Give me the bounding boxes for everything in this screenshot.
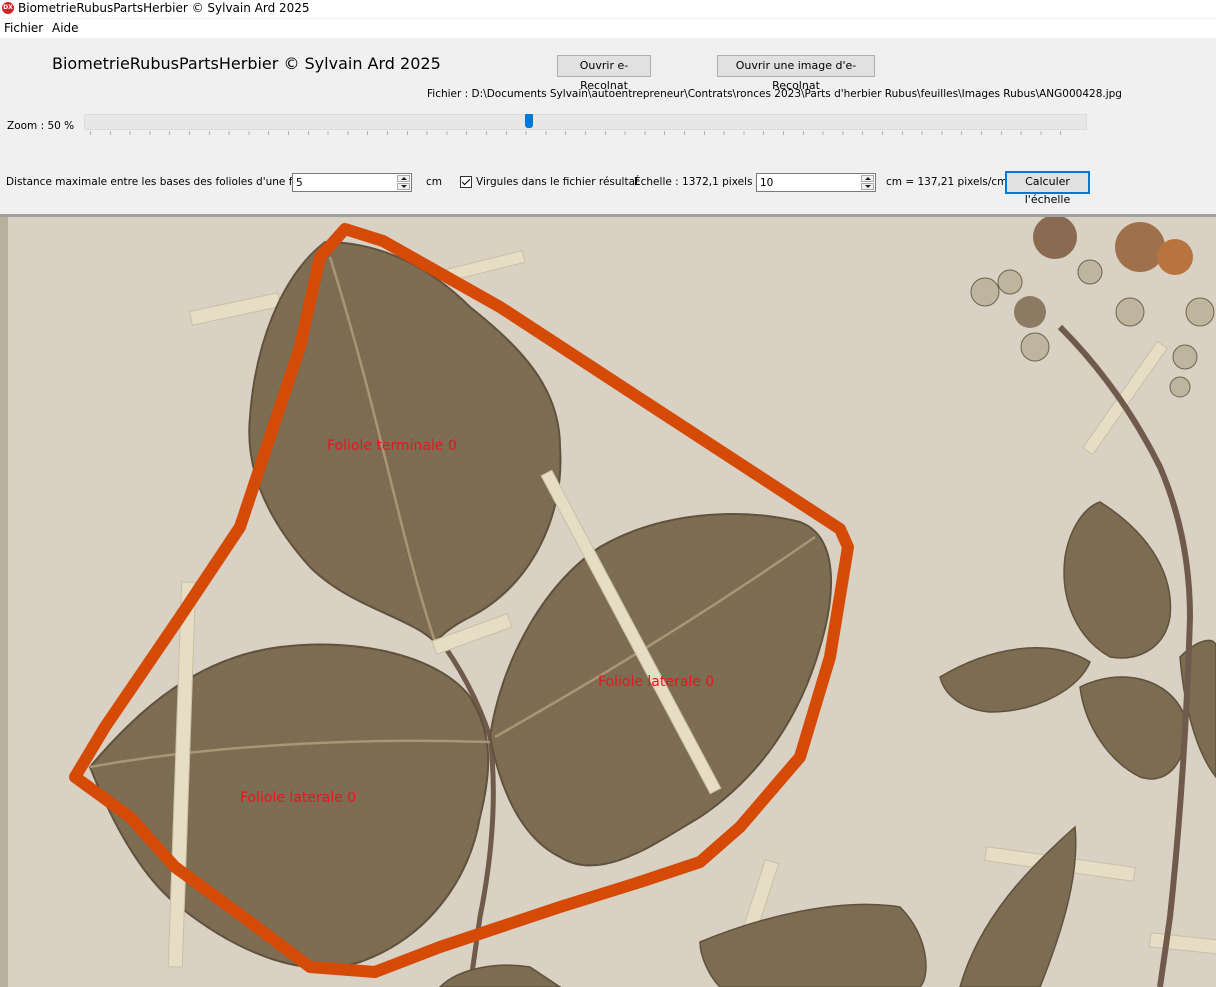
bud — [970, 277, 1000, 307]
bud — [1185, 297, 1215, 327]
distance-label: Distance maximale entre les bases des fo… — [6, 176, 321, 188]
menu-aide[interactable]: Aide — [52, 21, 79, 35]
bud — [1077, 259, 1103, 285]
menu-bar: Fichier Aide — [0, 19, 1216, 38]
distance-unit: cm — [426, 176, 443, 188]
distance-input[interactable] — [293, 174, 397, 191]
file-path-label: Fichier : D:\Documents Sylvain\autoentre… — [427, 88, 1122, 100]
app-icon: DX — [2, 2, 14, 14]
distance-spinbox[interactable] — [292, 173, 412, 192]
open-erecolnat-image-button[interactable]: Ouvrir une image d'e-Recolnat — [717, 55, 875, 92]
virgules-label[interactable]: Virgules dans le fichier résultat — [476, 176, 639, 188]
herbarium-scene: Foliole terminale 0 Foliole laterale 0 F… — [0, 217, 1216, 987]
echelle-label: Échelle : 1372,1 pixels / — [634, 176, 760, 188]
bud — [997, 269, 1023, 295]
flower-head — [1115, 222, 1165, 272]
echelle-input[interactable] — [757, 174, 861, 191]
menu-fichier[interactable]: Fichier — [4, 21, 43, 35]
distance-spin-down-icon[interactable] — [397, 183, 410, 190]
label-terminal-leaflet: Foliole terminale 0 — [327, 438, 457, 454]
zoom-label: Zoom : 50 % — [7, 120, 75, 132]
flower-head — [1014, 296, 1046, 328]
label-lateral-leaflet-left: Foliole laterale 0 — [240, 790, 356, 806]
zoom-slider-ticks — [90, 131, 1080, 135]
bud — [1172, 344, 1198, 370]
bud — [1115, 297, 1145, 327]
flower-head — [1033, 217, 1077, 259]
open-erecolnat-button[interactable]: Ouvrir e-Recolnat — [557, 55, 651, 92]
bud — [1169, 376, 1191, 398]
zoom-slider[interactable] — [84, 114, 1087, 130]
echelle-spin-down-icon[interactable] — [861, 183, 874, 190]
distance-spin-up-icon[interactable] — [397, 175, 410, 182]
echelle-result: cm = 137,21 pixels/cm — [886, 176, 1008, 188]
herbarium-image[interactable]: Foliole terminale 0 Foliole laterale 0 F… — [0, 217, 1216, 987]
flower-head — [1157, 239, 1193, 275]
virgules-checkbox[interactable] — [460, 176, 472, 188]
calculate-scale-button[interactable]: Calculer l'échelle — [1005, 171, 1090, 206]
bud — [1020, 332, 1050, 362]
app-heading: BiometrieRubusPartsHerbier © Sylvain Ard… — [52, 54, 441, 73]
window-title: BiometrieRubusPartsHerbier © Sylvain Ard… — [18, 1, 310, 15]
label-lateral-leaflet-right: Foliole laterale 0 — [598, 674, 714, 690]
title-bar: DX BiometrieRubusPartsHerbier © Sylvain … — [0, 0, 1216, 18]
echelle-spinbox[interactable] — [756, 173, 876, 192]
distance-spin-buttons[interactable] — [397, 175, 410, 190]
echelle-spin-buttons[interactable] — [861, 175, 874, 190]
paper-edge — [0, 217, 8, 987]
zoom-slider-thumb[interactable] — [525, 114, 533, 128]
echelle-spin-up-icon[interactable] — [861, 175, 874, 182]
